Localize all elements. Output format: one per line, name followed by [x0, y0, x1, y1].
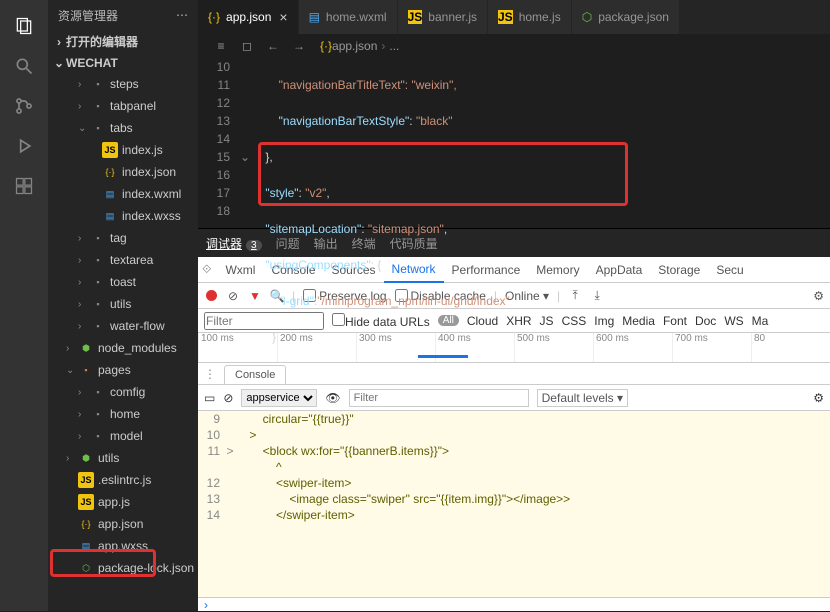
tree-item-model[interactable]: ›▪model [48, 425, 198, 447]
tree-item-utils[interactable]: ›▪utils [48, 293, 198, 315]
code-editor[interactable]: 101112131415161718 ⌄ "navigationBarTitle… [198, 58, 830, 228]
clear-icon[interactable]: ⊘ [226, 289, 240, 303]
tree-item-tabpanel[interactable]: ›▪tabpanel [48, 95, 198, 117]
tree-item-comfig[interactable]: ›▪comfig [48, 381, 198, 403]
tree-item-utils[interactable]: ›⬢utils [48, 447, 198, 469]
sidebar-title-text: 资源管理器 [58, 7, 118, 24]
record-icon[interactable] [204, 289, 218, 303]
tree-item-app.js[interactable]: JSapp.js [48, 491, 198, 513]
open-editors-section[interactable]: ›打开的编辑器 [48, 30, 198, 53]
back-icon[interactable]: ← [264, 37, 282, 55]
tab-home.js[interactable]: JShome.js [488, 0, 572, 34]
tree-item-node_modules[interactable]: ›⬢node_modules [48, 337, 198, 359]
tree-item-tag[interactable]: ›▪tag [48, 227, 198, 249]
sidebar-title: 资源管理器 ⋯ [48, 0, 198, 30]
tree-item-app.wxss[interactable]: ▤app.wxss [48, 535, 198, 557]
code-content[interactable]: "navigationBarTitleText": "weixin", "nav… [252, 58, 830, 228]
tree-item-home[interactable]: ›▪home [48, 403, 198, 425]
breadcrumb-file[interactable]: app.json [332, 39, 377, 53]
tree-item-package-lock.json[interactable]: ⬡package-lock.json [48, 557, 198, 579]
console-output[interactable]: 9 circular="{{true}}"10 >11> <block wx:f… [198, 411, 830, 597]
tree-item-tabs[interactable]: ⌄▪tabs [48, 117, 198, 139]
explorer-icon[interactable] [12, 14, 36, 38]
console-prompt[interactable]: › [198, 597, 830, 611]
tab-app.json[interactable]: {·}app.json× [198, 0, 299, 34]
search-icon[interactable] [12, 54, 36, 78]
activity-bar [0, 0, 48, 611]
tree-item-water-flow[interactable]: ›▪water-flow [48, 315, 198, 337]
bookmark-icon[interactable]: ◻ [238, 37, 256, 55]
source-control-icon[interactable] [12, 94, 36, 118]
drawer-handle-icon[interactable]: ⋮ [204, 367, 216, 381]
breadcrumb: ≡ ◻ ← → {·} app.json › ... [198, 34, 830, 58]
forward-icon[interactable]: → [290, 37, 308, 55]
tree-item-steps[interactable]: ›▪steps [48, 73, 198, 95]
tree-item-index.wxss[interactable]: ▤index.wxss [48, 205, 198, 227]
tree-item-textarea[interactable]: ›▪textarea [48, 249, 198, 271]
debug-icon[interactable] [12, 134, 36, 158]
tree-item-index.json[interactable]: {·}index.json [48, 161, 198, 183]
tab-banner.js[interactable]: JSbanner.js [398, 0, 488, 34]
project-section[interactable]: ⌄WECHAT [48, 53, 198, 73]
console-sidebar-icon[interactable]: ▭ [204, 391, 215, 405]
tree-item-index.js[interactable]: JSindex.js [48, 139, 198, 161]
tree-item-toast[interactable]: ›▪toast [48, 271, 198, 293]
json-icon: {·} [320, 39, 332, 53]
tree-item-index.wxml[interactable]: ▤index.wxml [48, 183, 198, 205]
inspect-icon[interactable]: ⟐ [202, 262, 211, 277]
editor-tabs: {·}app.json×▤home.wxmlJSbanner.jsJShome.… [198, 0, 830, 34]
sidebar: 资源管理器 ⋯ ›打开的编辑器 ⌄WECHAT ›▪steps›▪tabpane… [48, 0, 198, 611]
toc-icon[interactable]: ≡ [212, 37, 230, 55]
breadcrumb-tail[interactable]: ... [389, 39, 399, 53]
more-icon[interactable]: ⋯ [176, 8, 188, 22]
tree-item-.eslintrc.js[interactable]: JS.eslintrc.js [48, 469, 198, 491]
tree-item-app.json[interactable]: {·}app.json [48, 513, 198, 535]
tab-package.json[interactable]: ⬡package.json [572, 0, 680, 34]
file-tree: ›▪steps›▪tabpanel⌄▪tabsJSindex.js{·}inde… [48, 73, 198, 579]
tree-item-pages[interactable]: ⌄▪pages [48, 359, 198, 381]
close-icon[interactable]: × [279, 9, 287, 25]
console-clear-icon[interactable]: ⊘ [223, 391, 233, 405]
extensions-icon[interactable] [12, 174, 36, 198]
tab-home.wxml[interactable]: ▤home.wxml [299, 0, 398, 34]
network-timeline[interactable]: 100 ms200 ms300 ms400 ms500 ms600 ms700 … [198, 333, 830, 363]
drawer-tab-console[interactable]: Console [224, 365, 286, 384]
